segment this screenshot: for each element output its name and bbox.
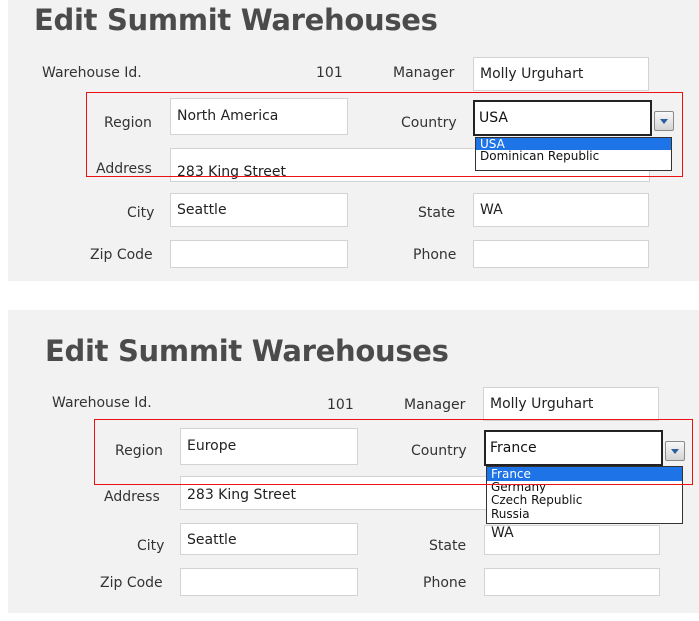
country-dropdown-button[interactable]: [654, 111, 674, 131]
manager-field[interactable]: Molly Urguhart: [473, 57, 649, 91]
phone-label: Phone: [413, 247, 457, 263]
address-label: Address: [104, 489, 160, 505]
country-option-france[interactable]: France: [487, 467, 682, 481]
warehouse-id-label: Warehouse Id.: [42, 65, 142, 81]
manager-label: Manager: [404, 397, 466, 413]
zip-code-field[interactable]: [170, 240, 348, 268]
page-title: Edit Summit Warehouses: [45, 334, 449, 368]
zip-code-field[interactable]: [180, 568, 358, 596]
phone-field[interactable]: [484, 568, 660, 596]
country-option-germany[interactable]: Germany: [487, 481, 682, 493]
chevron-down-icon: [660, 119, 668, 124]
country-options-list: USA Dominican Republic: [475, 137, 672, 171]
state-label: State: [418, 205, 456, 221]
phone-field[interactable]: [473, 240, 649, 268]
country-select[interactable]: France: [484, 430, 663, 466]
region-label: Region: [115, 443, 163, 459]
city-field[interactable]: Seattle: [180, 523, 358, 555]
address-value: 283 King Street: [187, 487, 296, 503]
manager-field[interactable]: Molly Urguhart: [483, 387, 659, 421]
state-field[interactable]: WA: [473, 193, 649, 227]
warehouse-id-value: 101: [316, 65, 343, 81]
region-field[interactable]: North America: [170, 98, 348, 135]
country-option-dominican-republic[interactable]: Dominican Republic: [476, 150, 671, 162]
country-label: Country: [411, 443, 467, 459]
chevron-down-icon: [671, 449, 679, 454]
warehouse-id-label: Warehouse Id.: [52, 395, 152, 411]
country-option-russia[interactable]: Russia: [487, 507, 682, 521]
region-label: Region: [104, 115, 152, 131]
address-value: 283 King Street: [177, 164, 286, 180]
zip-code-label: Zip Code: [100, 575, 163, 591]
phone-label: Phone: [423, 575, 467, 591]
country-options-list: France Germany Czech Republic Russia: [486, 466, 683, 524]
manager-label: Manager: [393, 65, 455, 81]
state-label: State: [429, 538, 467, 554]
country-option-czech-republic[interactable]: Czech Republic: [487, 493, 682, 507]
country-select[interactable]: USA: [473, 100, 652, 136]
city-field[interactable]: Seattle: [170, 193, 348, 227]
zip-code-label: Zip Code: [90, 247, 153, 263]
country-dropdown-button[interactable]: [665, 441, 685, 461]
page-title: Edit Summit Warehouses: [34, 3, 438, 37]
city-label: City: [137, 538, 165, 554]
address-label: Address: [96, 161, 152, 177]
city-label: City: [127, 205, 155, 221]
country-label: Country: [401, 115, 457, 131]
warehouse-id-value: 101: [327, 397, 354, 413]
state-field[interactable]: WA: [484, 525, 660, 555]
region-field[interactable]: Europe: [180, 428, 358, 465]
